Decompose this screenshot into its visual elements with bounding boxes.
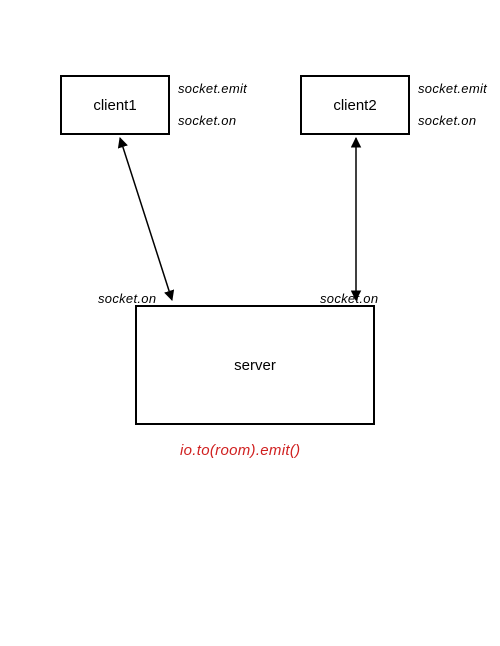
- node-client1: client1: [60, 75, 170, 135]
- annotation-client2-emit: socket.emit: [418, 80, 487, 98]
- annotation-server-left-on: socket.on: [98, 290, 156, 308]
- edge-client1-server: [120, 138, 172, 300]
- annotation-client1-on: socket.on: [178, 112, 236, 130]
- node-server-label: server: [234, 357, 276, 374]
- annotation-client1-emit: socket.emit: [178, 80, 247, 98]
- annotation-server-right-on: socket.on: [320, 290, 378, 308]
- node-server: server: [135, 305, 375, 425]
- diagram-canvas: client1 client2 server socket.emit socke…: [0, 0, 500, 646]
- node-client2: client2: [300, 75, 410, 135]
- node-client1-label: client1: [93, 97, 136, 114]
- annotation-server-emit: io.to(room).emit(): [180, 440, 300, 461]
- node-client2-label: client2: [333, 97, 376, 114]
- annotation-client2-on: socket.on: [418, 112, 476, 130]
